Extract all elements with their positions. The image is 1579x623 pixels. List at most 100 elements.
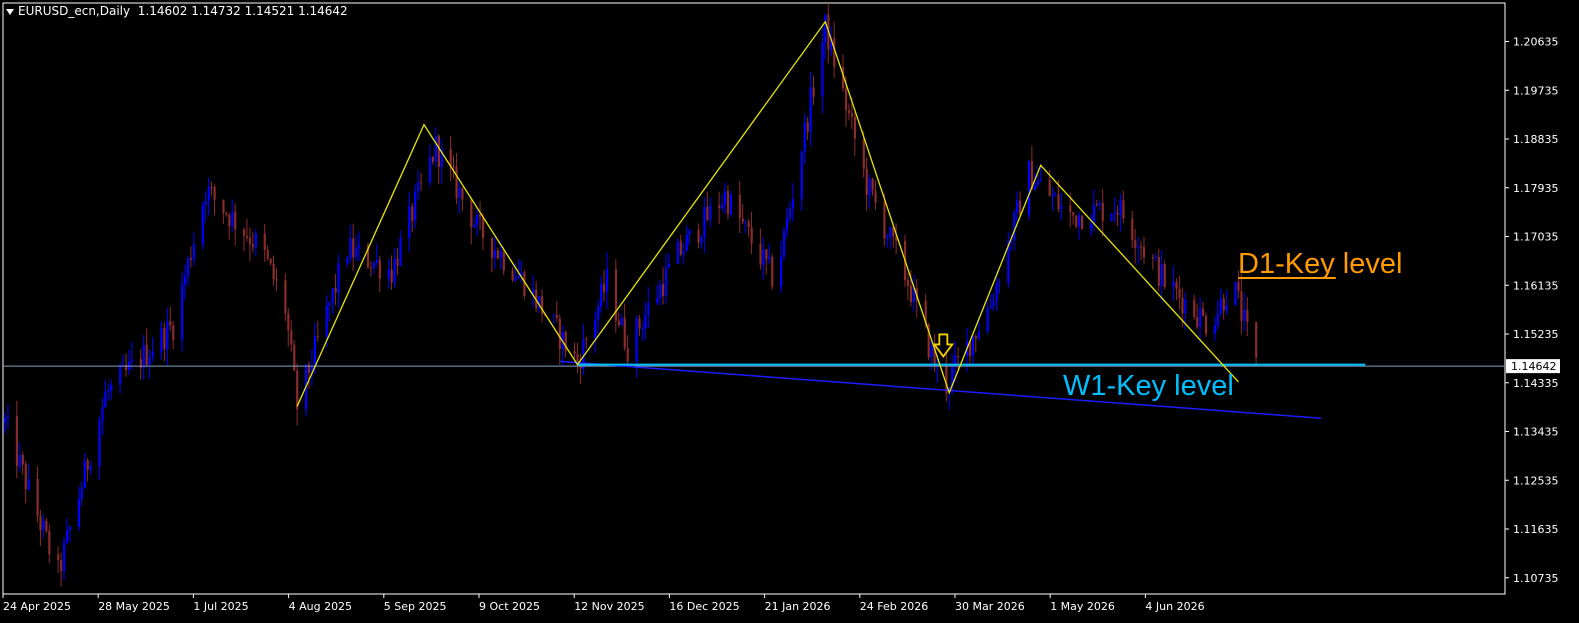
candle-body bbox=[396, 258, 399, 266]
candle-body bbox=[269, 258, 272, 264]
overlays-group: 1.14642 bbox=[3, 20, 1560, 419]
candle-body bbox=[998, 283, 1001, 285]
candle-body bbox=[290, 330, 293, 345]
candle-body bbox=[42, 521, 45, 531]
candle-body bbox=[1036, 180, 1039, 185]
candle-body bbox=[189, 258, 193, 260]
candle-body bbox=[502, 251, 505, 271]
candle-body bbox=[1225, 305, 1228, 311]
candle-body bbox=[369, 267, 373, 269]
y-tick-label: 1.11635 bbox=[1513, 523, 1559, 536]
candle-body bbox=[1199, 308, 1202, 328]
candle-body bbox=[647, 302, 650, 315]
candle-body bbox=[729, 194, 733, 215]
candle-body bbox=[1222, 298, 1225, 311]
candle-body bbox=[151, 352, 154, 358]
candle-body bbox=[166, 321, 169, 349]
candle-body bbox=[45, 521, 48, 532]
candle-body bbox=[101, 407, 104, 421]
candle-body bbox=[803, 122, 806, 153]
candle-body bbox=[992, 301, 995, 307]
candle-body bbox=[201, 205, 204, 245]
candle-body bbox=[334, 288, 337, 293]
candle-body bbox=[1098, 202, 1101, 206]
candle-body bbox=[148, 357, 151, 365]
candle-body bbox=[862, 138, 865, 169]
candle-body bbox=[1016, 200, 1019, 212]
candle-body bbox=[145, 344, 148, 365]
candle-body bbox=[325, 305, 328, 337]
x-tick-label: 4 Aug 2025 bbox=[289, 600, 352, 613]
candle-body bbox=[1134, 240, 1137, 248]
candle-body bbox=[1184, 299, 1187, 314]
candle-body bbox=[1196, 316, 1199, 328]
candle-body bbox=[971, 336, 975, 356]
candle-body bbox=[1255, 322, 1258, 358]
chart-header: EURUSD_ecn,Daily 1.14602 1.14732 1.14521… bbox=[6, 4, 348, 18]
candle-body bbox=[1054, 194, 1057, 196]
candle-body bbox=[750, 227, 753, 244]
candle-body bbox=[1013, 211, 1016, 241]
candle-body bbox=[726, 191, 730, 215]
candle-body bbox=[909, 285, 913, 303]
candle-body bbox=[676, 241, 679, 264]
y-tick-label: 1.18835 bbox=[1513, 133, 1559, 146]
candle-body bbox=[139, 359, 142, 368]
candle-body bbox=[452, 166, 455, 168]
candle-body bbox=[461, 187, 464, 200]
candle-body bbox=[791, 199, 795, 209]
candle-body bbox=[21, 454, 24, 465]
candle-body bbox=[36, 478, 39, 517]
candle-body bbox=[844, 88, 848, 111]
candle-body bbox=[635, 318, 638, 362]
candle-body bbox=[1051, 195, 1054, 197]
candle-body bbox=[434, 135, 438, 162]
candle-body bbox=[989, 306, 992, 309]
candle-body bbox=[986, 308, 989, 332]
price-chart[interactable]: 1.14642 1.20635 1.19735 1.18835 1.17935 1.17… bbox=[0, 0, 1579, 623]
candle-body bbox=[780, 256, 783, 287]
candle-body bbox=[213, 186, 216, 200]
candle-body bbox=[6, 416, 10, 418]
candle-body bbox=[420, 182, 423, 184]
candle-body bbox=[1072, 212, 1075, 216]
candle-body bbox=[886, 237, 889, 239]
candle-body bbox=[27, 478, 30, 490]
x-tick-label: 12 Nov 2025 bbox=[574, 600, 644, 613]
candle-body bbox=[738, 194, 741, 219]
candle-body bbox=[431, 156, 435, 162]
candle-body bbox=[458, 187, 461, 198]
candle-body bbox=[685, 234, 688, 252]
candle-body bbox=[865, 168, 868, 196]
candle-body bbox=[399, 237, 402, 266]
y-tick-label: 1.19735 bbox=[1513, 84, 1559, 97]
candle-body bbox=[1137, 246, 1140, 248]
candle-body bbox=[393, 258, 396, 283]
candle-body bbox=[906, 280, 910, 286]
candle-body bbox=[346, 258, 349, 264]
candle-body bbox=[1027, 160, 1031, 216]
candle-body bbox=[1048, 180, 1051, 197]
candle-body bbox=[387, 269, 390, 279]
candle-body bbox=[682, 251, 685, 255]
candle-body bbox=[80, 488, 83, 500]
candle-body bbox=[243, 229, 246, 236]
y-tick-label: 1.17935 bbox=[1513, 182, 1559, 195]
x-tick-label: 21 Jan 2026 bbox=[765, 600, 831, 613]
candle-body bbox=[603, 284, 606, 292]
candle-body bbox=[186, 258, 190, 277]
candle-body bbox=[552, 314, 556, 316]
candle-body bbox=[83, 460, 86, 489]
candle-body bbox=[667, 263, 671, 268]
candle-body bbox=[65, 530, 69, 543]
candle-body bbox=[1237, 281, 1240, 292]
y-tick-label: 1.20635 bbox=[1513, 36, 1559, 49]
candle-body bbox=[39, 516, 42, 531]
candle-body bbox=[349, 238, 352, 259]
candle-body bbox=[86, 460, 89, 470]
candle-body bbox=[1240, 291, 1243, 321]
menu-triangle-icon[interactable] bbox=[6, 8, 14, 15]
candle-body bbox=[107, 390, 110, 393]
candle-body bbox=[408, 206, 411, 238]
candle-body bbox=[656, 298, 659, 303]
